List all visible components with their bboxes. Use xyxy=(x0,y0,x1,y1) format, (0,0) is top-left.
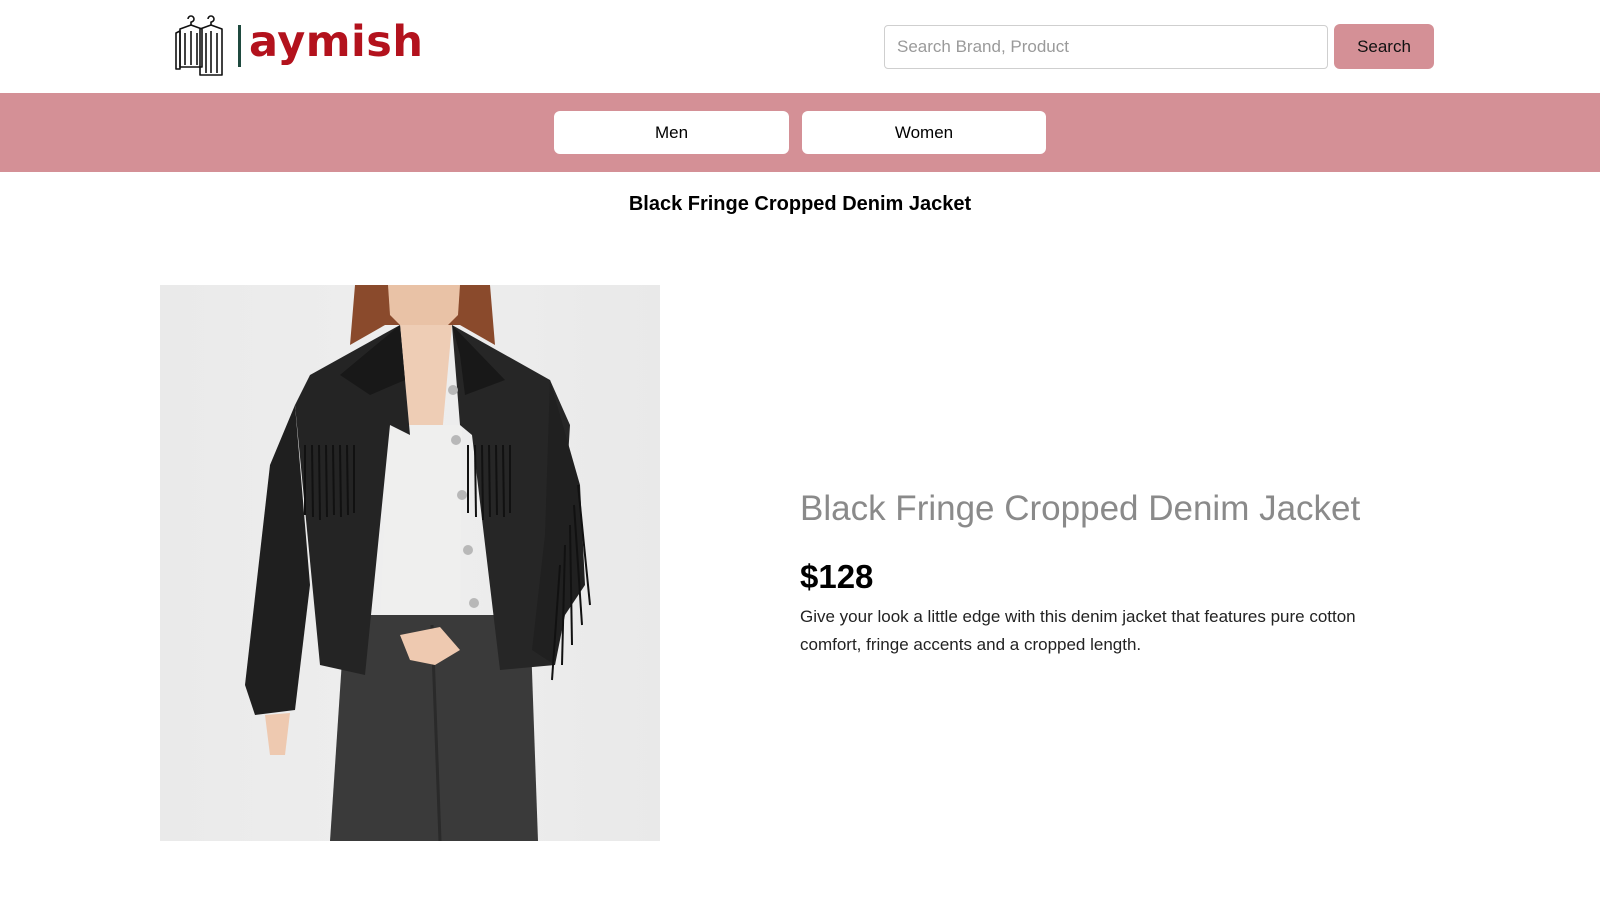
nav-women-button[interactable]: Women xyxy=(802,111,1046,154)
brand-name: aymish xyxy=(249,16,424,67)
category-nav: Men Women xyxy=(0,93,1600,172)
brand-logo[interactable]: aymish xyxy=(174,14,423,78)
clothes-rack-icon xyxy=(175,15,223,76)
logo-divider xyxy=(238,25,241,67)
site-header: aymish Search xyxy=(0,0,1600,93)
search-button[interactable]: Search xyxy=(1334,24,1434,69)
product-description: Give your look a little edge with this d… xyxy=(800,607,1356,654)
product-details: Black Fringe Cropped Denim Jacket $128 G… xyxy=(800,488,1400,659)
product-name: Black Fringe Cropped Denim Jacket xyxy=(800,489,1361,528)
search-input[interactable] xyxy=(884,25,1328,69)
product-photo-icon xyxy=(245,285,591,841)
product-image[interactable] xyxy=(160,285,660,841)
nav-men-button[interactable]: Men xyxy=(554,111,789,154)
page-title: Black Fringe Cropped Denim Jacket xyxy=(628,193,972,215)
product-price: $128 xyxy=(800,558,874,595)
